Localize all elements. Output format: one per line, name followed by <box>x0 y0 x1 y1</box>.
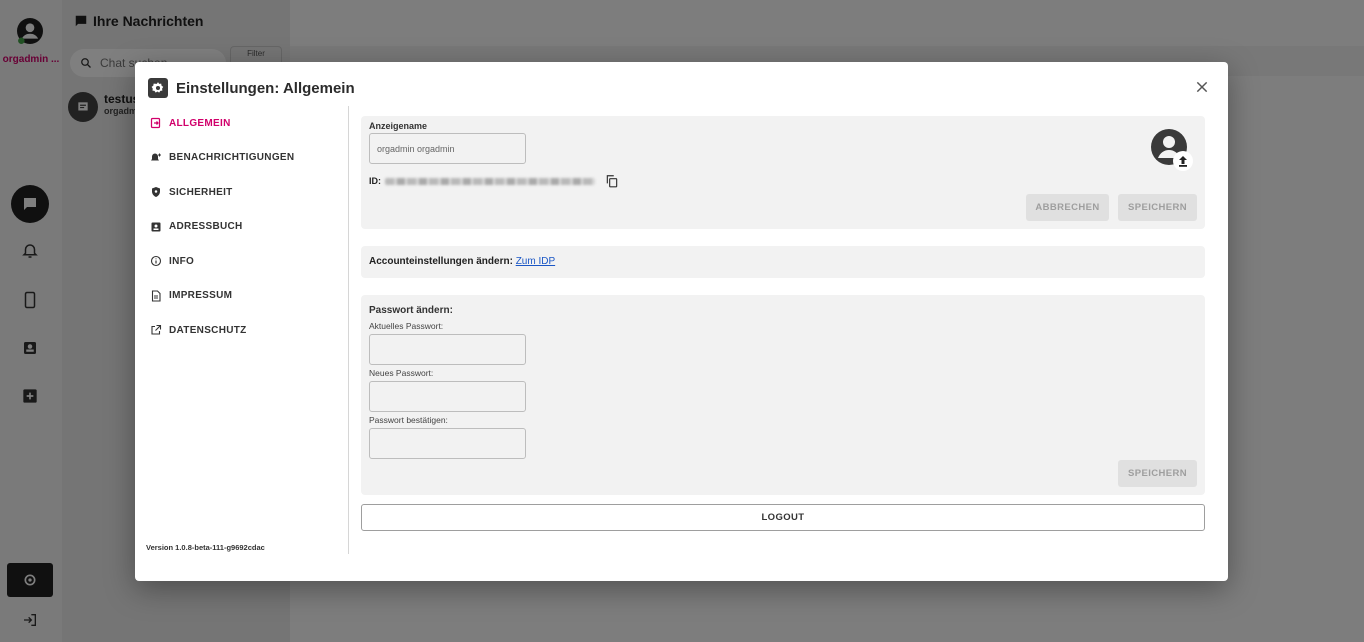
settings-dialog: Einstellungen: Allgemein ALLGEMEIN BENAC… <box>135 62 1228 581</box>
sidebar-item-info[interactable]: INFO <box>149 244 348 279</box>
document-icon <box>151 290 161 302</box>
profile-card: Anzeigename orgadmin orgadmin ID: ABBREC… <box>361 116 1205 229</box>
sidebar-item-impressum[interactable]: IMPRESSUM <box>149 279 348 314</box>
id-value-redacted <box>385 177 595 185</box>
display-name-field[interactable]: orgadmin orgadmin <box>369 133 526 164</box>
sidebar-item-label: ADRESSBUCH <box>169 221 243 233</box>
save-profile-button[interactable]: SPEICHERN <box>1118 194 1197 221</box>
new-password-field[interactable] <box>369 381 526 412</box>
account-settings-label: Accounteinstellungen ändern: <box>369 256 513 267</box>
display-name-label: Anzeigename <box>369 121 428 131</box>
logout-button[interactable]: LOGOUT <box>361 504 1205 531</box>
password-title: Passwort ändern: <box>369 305 453 316</box>
sidebar-item-label: IMPRESSUM <box>169 290 233 302</box>
version-label: Version 1.0.8-beta-111-g9692cdac <box>146 543 265 552</box>
sidebar-item-datenschutz[interactable]: DATENSCHUTZ <box>149 313 348 348</box>
password-card: Passwort ändern: Aktuelles Passwort: Neu… <box>361 295 1205 495</box>
settings-content: Anzeigename orgadmin orgadmin ID: ABBREC… <box>361 116 1205 531</box>
confirm-password-label: Passwort bestätigen: <box>369 415 448 425</box>
contacts-icon <box>151 222 161 232</box>
confirm-password-field[interactable] <box>369 428 526 459</box>
sidebar-item-label: SICHERHEIT <box>169 186 233 198</box>
save-password-button[interactable]: SPEICHERN <box>1118 460 1197 487</box>
info-icon <box>150 256 162 267</box>
current-password-label: Aktuelles Passwort: <box>369 321 444 331</box>
id-row: ID: <box>369 174 619 188</box>
sidebar-item-label: DATENSCHUTZ <box>169 324 247 336</box>
account-box-icon <box>150 118 161 129</box>
new-password-label: Neues Passwort: <box>369 368 434 378</box>
sidebar-item-benachrichtigungen[interactable]: BENACHRICHTIGUNGEN <box>149 141 348 176</box>
sidebar-item-label: BENACHRICHTIGUNGEN <box>169 152 295 164</box>
idp-link[interactable]: Zum IDP <box>516 256 555 267</box>
avatar-upload-icon[interactable] <box>1150 128 1194 172</box>
bell-plus-icon <box>151 153 161 161</box>
sidebar-item-sicherheit[interactable]: SICHERHEIT <box>149 175 348 210</box>
dialog-title: Einstellungen: Allgemein <box>176 79 355 97</box>
settings-icon <box>148 78 168 98</box>
account-card: Accounteinstellungen ändern: Zum IDP <box>361 246 1205 278</box>
sidebar-item-label: ALLGEMEIN <box>169 117 231 129</box>
sidebar-item-allgemein[interactable]: ALLGEMEIN <box>149 106 348 141</box>
current-password-field[interactable] <box>369 334 526 365</box>
copy-icon[interactable] <box>605 174 619 188</box>
close-icon[interactable] <box>1194 79 1210 95</box>
cancel-button[interactable]: ABBRECHEN <box>1026 194 1109 221</box>
dialog-header: Einstellungen: Allgemein <box>148 78 355 98</box>
sidebar-item-label: INFO <box>169 255 195 267</box>
shield-icon <box>152 187 160 198</box>
settings-sidebar: ALLGEMEIN BENACHRICHTIGUNGEN SICHERHEIT … <box>146 106 349 554</box>
id-label: ID: <box>369 176 381 186</box>
external-link-icon <box>151 325 162 335</box>
sidebar-item-adressbuch[interactable]: ADRESSBUCH <box>149 210 348 245</box>
